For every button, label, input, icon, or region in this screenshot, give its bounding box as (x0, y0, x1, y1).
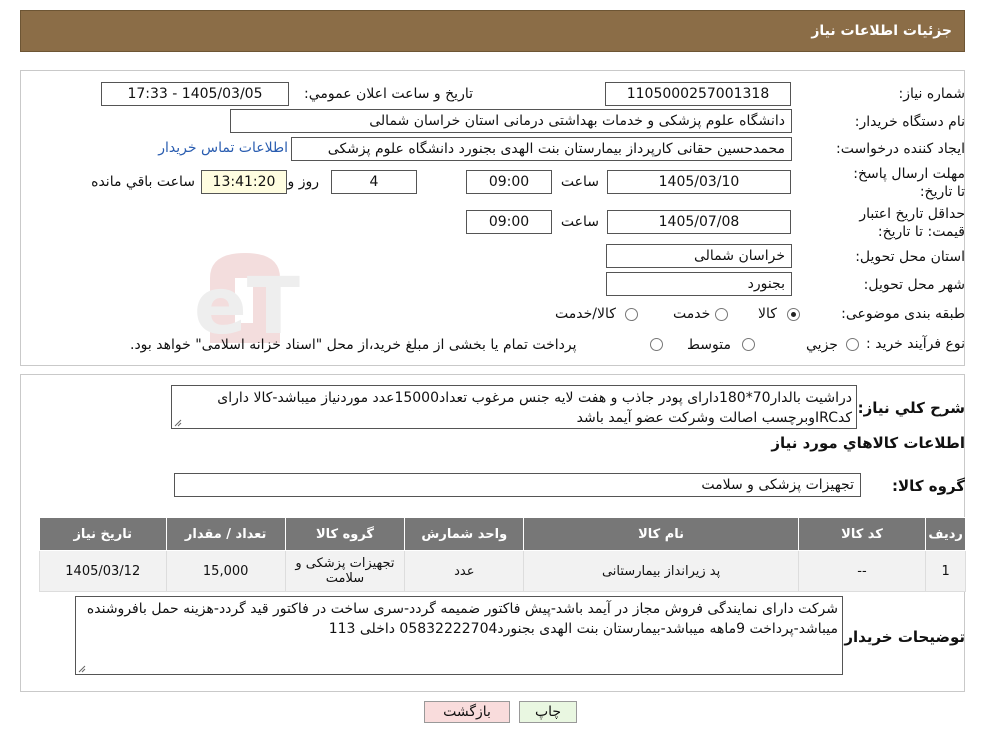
col-unit: واحد شمارش (404, 517, 525, 551)
col-row: رديف (925, 517, 966, 551)
page-header: جزئیات اطلاعات نیاز (20, 10, 965, 52)
goods-group-field[interactable]: تجهیزات پزشکی و سلامت (174, 473, 861, 497)
remaining-label: ساعت باقي مانده (91, 174, 195, 190)
announce-label: تاریخ و ساعت اعلان عمومي: (304, 86, 473, 102)
need-number-field[interactable]: 1105000257001318 (605, 82, 791, 106)
print-button[interactable]: چاپ (519, 701, 577, 723)
purchase-radio-minor[interactable] (846, 338, 859, 351)
city-field[interactable]: بجنورد (606, 272, 792, 296)
buyer-notes-textarea[interactable]: شرکت دارای نمایندگی فروش مجاز در آیمد با… (75, 596, 843, 675)
cell-row: 1 (925, 550, 966, 592)
buyer-contact-link[interactable]: اطلاعات تماس خريدار (158, 140, 288, 156)
remaining-time-field[interactable]: 13:41:20 (201, 170, 287, 194)
days-label: روز و (287, 174, 320, 190)
buyer-org-label: نام دستگاه خريدار: (854, 114, 965, 130)
col-quantity: تعداد / مقدار (165, 517, 286, 551)
table-row[interactable]: 1 -- پد زیرانداز بیمارستانی عدد تجهیزات … (39, 550, 966, 592)
cell-name: پد زیرانداز بیمارستانی (523, 550, 799, 592)
resize-handle-icon[interactable] (174, 419, 182, 427)
reply-deadline-label: مهلت ارسال پاسخ: تا تاريخ: (853, 166, 965, 200)
validity-date-field[interactable]: 1405/07/08 (607, 210, 791, 234)
category-radio-service[interactable] (715, 308, 728, 321)
description-text: دراشیت بالدار70*180دارای پودر جاذب و هفت… (217, 390, 852, 426)
reply-date-field[interactable]: 1405/03/10 (607, 170, 791, 194)
buyer-notes-text: شرکت دارای نمایندگی فروش مجاز در آیمد با… (86, 601, 838, 637)
category-option-goods-service: کالا/خدمت (555, 306, 616, 322)
goods-group-label: گروه کالا: (892, 477, 965, 495)
announce-datetime-field[interactable]: 1405/03/05 - 17:33 (101, 82, 289, 106)
creator-field[interactable]: محمدحسین حقانی کارپرداز بیمارستان بنت ال… (291, 137, 792, 161)
province-label: استان محل تحويل: (855, 249, 965, 265)
page-title: جزئیات اطلاعات نیاز (811, 23, 952, 39)
goods-table: رديف کد کالا نام کالا واحد شمارش گروه کا… (39, 517, 966, 592)
cell-unit: عدد (404, 550, 525, 592)
category-option-goods: کالا (758, 306, 777, 322)
col-need-date: تاریخ نیاز (39, 517, 167, 551)
validity-time-field[interactable]: 09:00 (466, 210, 552, 234)
purchase-treasury-note: پرداخت تمام یا بخشی از مبلغ خرید،از محل … (130, 337, 577, 353)
validity-time-label: ساعت (560, 214, 599, 230)
back-button[interactable]: بازگشت (424, 701, 510, 723)
buyer-notes-label: توضيحات خريدار: (838, 628, 965, 646)
goods-section-title: اطلاعات کالاهاي مورد نياز (771, 434, 965, 452)
reply-time-label: ساعت (560, 174, 599, 190)
purchase-radio-medium[interactable] (742, 338, 755, 351)
category-radio-goods[interactable] (787, 308, 800, 321)
buyer-org-field[interactable]: دانشگاه علوم پزشکی و خدمات بهداشتی درمان… (230, 109, 792, 133)
cell-quantity: 15,000 (165, 550, 286, 592)
col-code: کد کالا (797, 517, 927, 551)
need-number-label: شماره نیاز: (898, 86, 966, 102)
city-label: شهر محل تحويل: (863, 277, 965, 293)
resize-handle-icon[interactable] (78, 665, 86, 673)
price-validity-label: حداقل تاريخ اعتبار قيمت: تا تاريخ: (859, 206, 965, 240)
cell-need-date: 1405/03/12 (39, 550, 167, 592)
description-textarea[interactable]: دراشیت بالدار70*180دارای پودر جاذب و هفت… (171, 385, 857, 429)
days-field[interactable]: 4 (331, 170, 417, 194)
province-field[interactable]: خراسان شمالی (606, 244, 792, 268)
purchase-checkbox-treasury[interactable] (650, 338, 663, 351)
col-name: نام کالا (523, 517, 799, 551)
category-radio-goods-service[interactable] (625, 308, 638, 321)
purchase-option-minor: جزيي (806, 337, 838, 353)
purchase-option-medium: متوسط (687, 337, 731, 353)
cell-code: -- (797, 550, 927, 592)
goods-table-header: رديف کد کالا نام کالا واحد شمارش گروه کا… (39, 517, 966, 551)
category-option-service: خدمت (673, 306, 711, 322)
cell-group: تجهیزات پزشکی و سلامت (284, 550, 406, 592)
col-group: گروه کالا (284, 517, 406, 551)
description-label: شرح کلي نياز: (857, 399, 965, 417)
reply-time-field[interactable]: 09:00 (466, 170, 552, 194)
creator-label: ايجاد کننده درخواست: (836, 141, 965, 157)
category-label: طبقه بندی موضوعی: (841, 306, 965, 322)
purchase-type-label: نوع فرآيند خريد : (866, 336, 965, 352)
